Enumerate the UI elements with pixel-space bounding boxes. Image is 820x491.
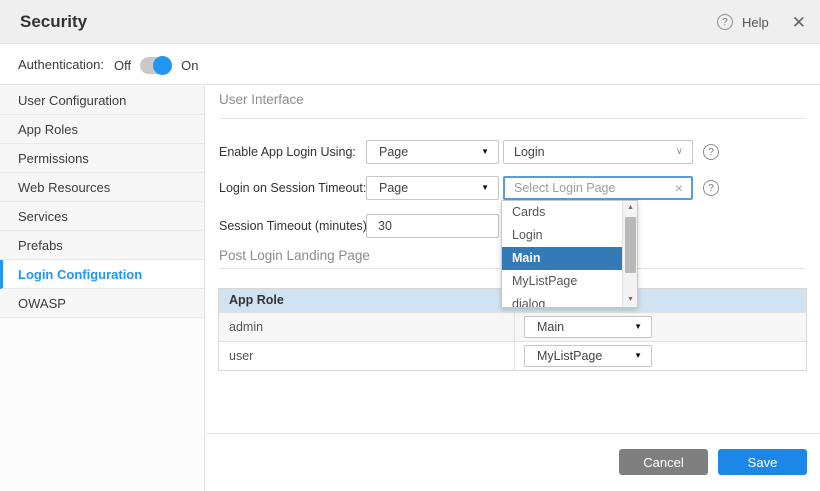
- session-timeout-label: Session Timeout (minutes):: [219, 214, 370, 238]
- clear-icon[interactable]: ×: [675, 178, 683, 198]
- sidebar-item-app-roles[interactable]: App Roles: [0, 115, 204, 144]
- sidebar-item-prefabs[interactable]: Prefabs: [0, 231, 204, 260]
- close-icon[interactable]: ✕: [792, 14, 806, 31]
- login-on-timeout-row: Login on Session Timeout: Page ▼ Select …: [206, 176, 820, 200]
- select-value: Page: [379, 177, 408, 199]
- login-on-timeout-type-select[interactable]: Page ▼: [366, 176, 499, 200]
- authentication-row: Authentication: Off On: [0, 45, 820, 85]
- select-login-page-input[interactable]: Select Login Page ×: [503, 176, 693, 200]
- save-button[interactable]: Save: [718, 449, 807, 475]
- input-placeholder: Select Login Page: [514, 178, 615, 198]
- select-arrow-icon: ▼: [634, 317, 642, 337]
- dropdown-scrollbar[interactable]: ▲ ▼: [622, 201, 637, 307]
- dropdown-option-login[interactable]: Login: [502, 224, 622, 247]
- scroll-up-icon[interactable]: ▲: [623, 201, 638, 215]
- authentication-toggle[interactable]: [140, 57, 172, 74]
- help-icon[interactable]: ?: [703, 180, 719, 196]
- column-divider: [514, 342, 515, 370]
- scrollbar-thumb[interactable]: [625, 217, 636, 273]
- landing-page-select-user[interactable]: MyListPage ▼: [524, 345, 652, 367]
- select-value: Main: [537, 317, 564, 337]
- authentication-label: Authentication:: [18, 57, 104, 72]
- security-dialog: Security ? Help ✕ Authentication: Off On…: [0, 0, 820, 491]
- enable-app-login-type-select[interactable]: Page ▼: [366, 140, 499, 164]
- section-heading-post-login: Post Login Landing Page: [219, 248, 370, 263]
- section-divider: [219, 118, 806, 119]
- select-arrow-icon: ▼: [634, 346, 642, 366]
- table-row: user MyListPage ▼: [219, 341, 806, 370]
- dialog-header: Security ? Help ✕: [0, 0, 820, 44]
- table-row: admin Main ▼: [219, 312, 806, 341]
- help-icon[interactable]: ?: [717, 14, 733, 30]
- column-divider: [514, 313, 515, 341]
- question-mark-glyph: ?: [708, 147, 714, 158]
- session-timeout-input[interactable]: [366, 214, 499, 238]
- dropdown-option-cards[interactable]: Cards: [502, 201, 622, 224]
- select-value: MyListPage: [537, 346, 602, 366]
- sidebar-item-permissions[interactable]: Permissions: [0, 144, 204, 173]
- role-cell: user: [229, 342, 253, 371]
- enable-app-login-label: Enable App Login Using:: [219, 140, 356, 164]
- toggle-off-label: Off: [114, 58, 131, 73]
- toggle-knob: [153, 56, 172, 75]
- select-value: Page: [379, 141, 408, 163]
- enable-app-login-row: Enable App Login Using: Page ▼ Login ∨ ?: [206, 140, 820, 164]
- question-mark-glyph: ?: [708, 183, 714, 194]
- login-page-combo[interactable]: Login ∨: [503, 140, 693, 164]
- footer-divider: [206, 433, 820, 434]
- dropdown-option-main-highlighted[interactable]: Main: [502, 247, 622, 270]
- select-arrow-icon: ▼: [481, 177, 489, 199]
- chevron-down-icon: ∨: [676, 141, 683, 163]
- section-heading-user-interface: User Interface: [219, 92, 304, 107]
- help-link[interactable]: Help: [742, 15, 769, 30]
- sidebar-item-owasp[interactable]: OWASP: [0, 289, 204, 318]
- select-arrow-icon: ▼: [481, 141, 489, 163]
- login-on-timeout-label: Login on Session Timeout:: [219, 176, 366, 200]
- dropdown-option-mylistpage[interactable]: MyListPage: [502, 270, 622, 293]
- login-page-dropdown: Cards Login Main MyListPage dialog ▲ ▼: [501, 200, 638, 308]
- toggle-on-label: On: [181, 58, 198, 73]
- sidebar-item-services[interactable]: Services: [0, 202, 204, 231]
- dropdown-option-dialog[interactable]: dialog: [502, 293, 622, 308]
- help-icon[interactable]: ?: [703, 144, 719, 160]
- page-title: Security: [20, 12, 87, 32]
- landing-page-select-admin[interactable]: Main ▼: [524, 316, 652, 338]
- scroll-down-icon[interactable]: ▼: [623, 293, 638, 307]
- sidebar-item-login-configuration[interactable]: Login Configuration: [0, 260, 204, 289]
- role-cell: admin: [229, 313, 263, 342]
- cancel-button[interactable]: Cancel: [619, 449, 708, 475]
- sidebar-item-web-resources[interactable]: Web Resources: [0, 173, 204, 202]
- question-mark-glyph: ?: [722, 17, 728, 28]
- sidebar: User Configuration App Roles Permissions…: [0, 86, 205, 491]
- sidebar-item-user-configuration[interactable]: User Configuration: [0, 86, 204, 115]
- combo-value: Login: [514, 141, 545, 163]
- main-panel: User Interface Enable App Login Using: P…: [206, 85, 820, 491]
